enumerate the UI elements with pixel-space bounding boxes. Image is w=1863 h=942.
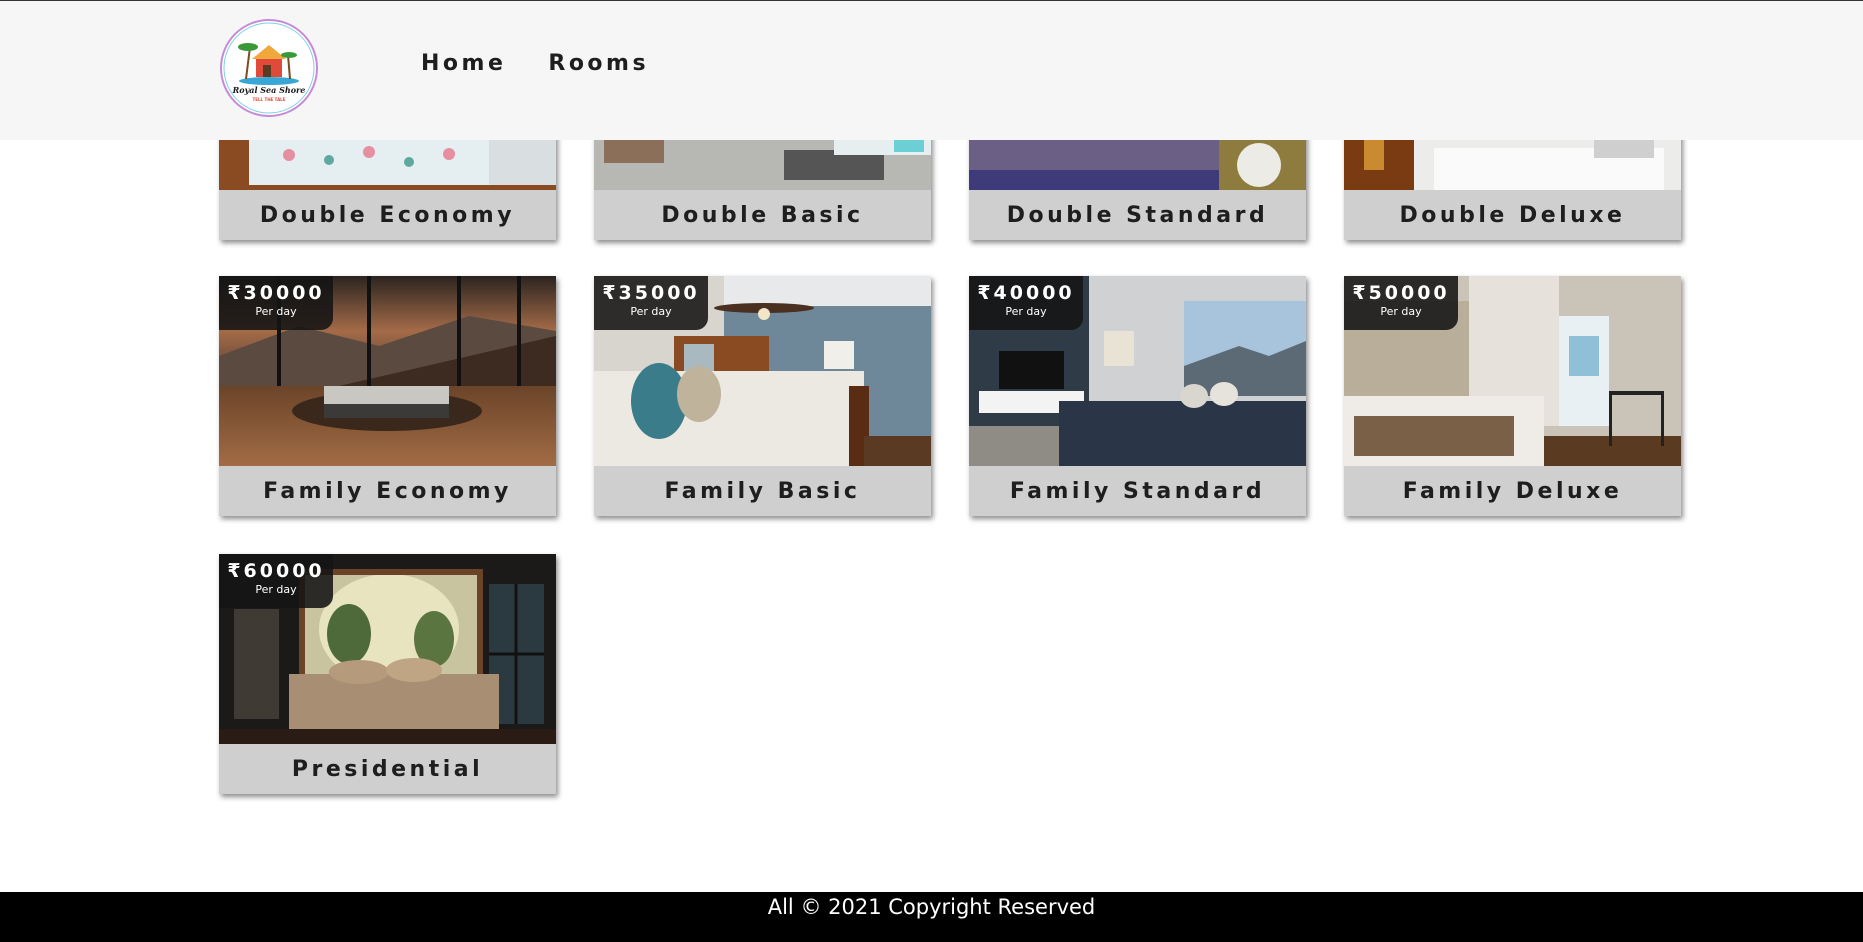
site-footer: All © 2021 Copyright Reserved (0, 892, 1863, 942)
room-card-family-basic[interactable]: ₹35000 Per day Family Basic (594, 276, 931, 516)
room-name: Double Standard (1006, 202, 1269, 228)
nav-link-home[interactable]: Home (421, 51, 506, 76)
room-label-bar: Family Basic (594, 466, 931, 516)
room-name: Family Deluxe (1402, 478, 1623, 504)
room-name: Family Economy (263, 478, 512, 504)
room-label-bar: Double Deluxe (1344, 190, 1681, 240)
room-label-bar: Double Basic (594, 190, 931, 240)
room-card-family-deluxe[interactable]: ₹50000 Per day Family Deluxe (1344, 276, 1681, 516)
logo-tagline: TELL THE TALE (253, 97, 286, 102)
brand-logo[interactable]: Royal Sea Shore TELL THE TALE (218, 17, 320, 119)
room-label-bar: Presidential (219, 744, 556, 794)
room-label-bar: Family Economy (219, 466, 556, 516)
room-label-bar: Family Standard (969, 466, 1306, 516)
room-label-bar: Double Standard (969, 190, 1306, 240)
room-name: Double Economy (259, 202, 516, 228)
main-nav: Home Rooms (421, 51, 649, 76)
price-period: Per day (1005, 305, 1047, 318)
copyright-text: All © 2021 Copyright Reserved (767, 895, 1096, 919)
price-badge: ₹35000 Per day (594, 276, 708, 330)
price-period: Per day (630, 305, 672, 318)
price-period: Per day (255, 583, 297, 596)
price-badge: ₹30000 Per day (219, 276, 333, 330)
site-header: Royal Sea Shore TELL THE TALE Home Rooms (0, 0, 1863, 140)
room-name: Family Standard (1009, 478, 1266, 504)
room-label-bar: Family Deluxe (1344, 466, 1681, 516)
price-period: Per day (1380, 305, 1422, 318)
price-amount: ₹60000 (227, 560, 325, 582)
price-amount: ₹30000 (227, 282, 325, 304)
room-card-family-economy[interactable]: ₹30000 Per day Family Economy (219, 276, 556, 516)
price-badge: ₹40000 Per day (969, 276, 1083, 330)
room-name: Presidential (291, 756, 484, 782)
room-name: Family Basic (664, 478, 861, 504)
price-period: Per day (255, 305, 297, 318)
price-badge: ₹50000 Per day (1344, 276, 1458, 330)
price-amount: ₹50000 (1352, 282, 1450, 304)
room-card-presidential[interactable]: ₹60000 Per day Presidential (219, 554, 556, 794)
price-amount: ₹40000 (977, 282, 1075, 304)
price-badge: ₹60000 Per day (219, 554, 333, 608)
room-name: Double Deluxe (1399, 202, 1626, 228)
price-amount: ₹35000 (602, 282, 700, 304)
nav-link-rooms[interactable]: Rooms (548, 51, 649, 76)
room-card-family-standard[interactable]: ₹40000 Per day Family Standard (969, 276, 1306, 516)
room-label-bar: Double Economy (219, 190, 556, 240)
logo-name: Royal Sea Shore (232, 85, 306, 95)
room-name: Double Basic (661, 202, 864, 228)
